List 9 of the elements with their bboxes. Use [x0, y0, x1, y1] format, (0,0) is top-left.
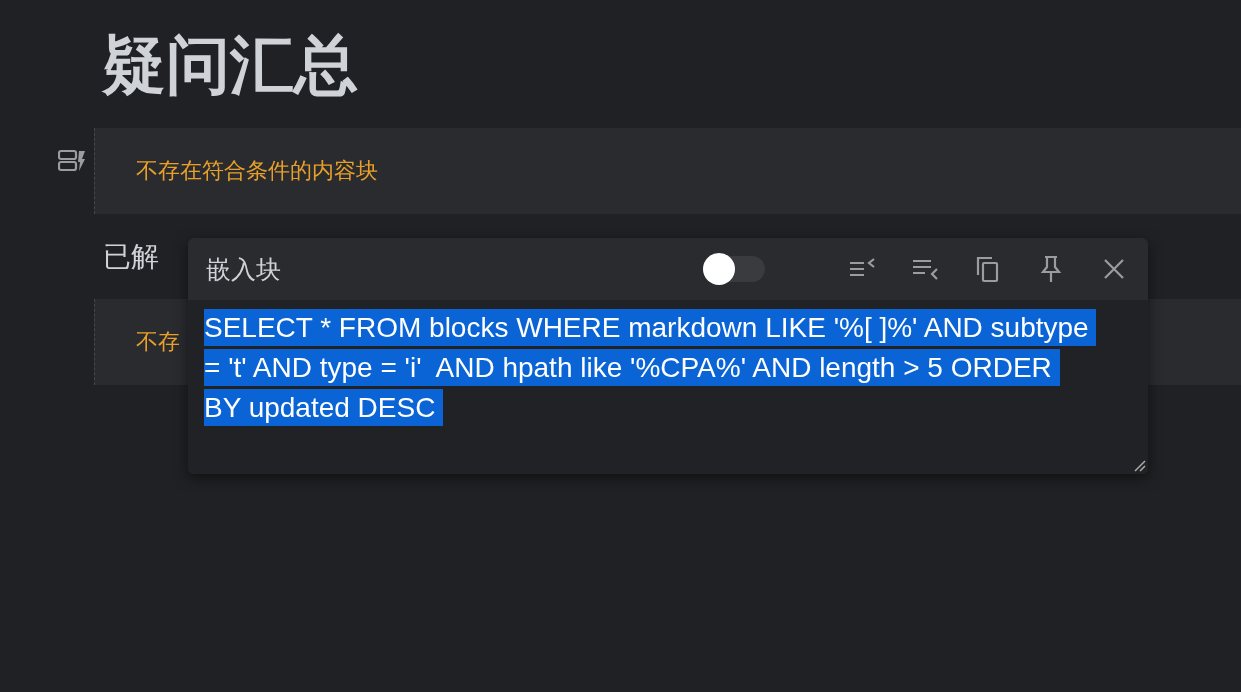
section-heading: 已解 [103, 238, 159, 275]
empty-message: 不存在符合条件的内容块 [136, 157, 378, 185]
page-title: 疑问汇总 [100, 27, 359, 104]
empty-message: 不存 [136, 328, 180, 356]
toggle-switch[interactable] [703, 256, 765, 282]
database-icon[interactable] [58, 149, 86, 173]
popup-title: 嵌入块 [206, 253, 282, 286]
query-field[interactable]: SELECT * FROM blocks WHERE markdown LIKE '%[ ]%' AND subtype = 't' AND type = 'i' AND hpath like '%CPA%' AND length > 5 ORDER BY updated DESC [188, 300, 1148, 474]
resize-handle-icon[interactable] [1132, 458, 1146, 472]
